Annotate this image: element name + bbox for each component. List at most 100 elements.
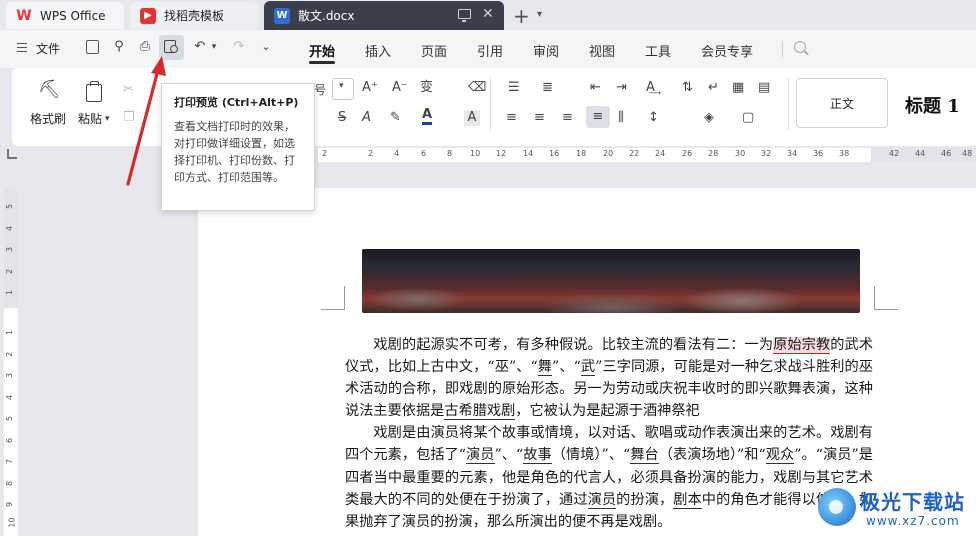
- ruler-number: 34: [787, 149, 798, 158]
- numbered-list-icon[interactable]: ≣: [542, 80, 553, 96]
- text-run: ”、“: [552, 359, 581, 376]
- menu-member[interactable]: 会员专享: [701, 41, 753, 60]
- underlined-text: 古希腊戏剧: [444, 403, 516, 421]
- paste-icon[interactable]: [86, 81, 102, 102]
- tab-template[interactable]: ▶ 找稻壳模板: [130, 2, 258, 29]
- ruler-number: 3: [5, 246, 15, 253]
- paste-label[interactable]: 粘贴: [78, 110, 102, 127]
- tooltip-title: 打印预览 (Ctrl+Alt+P): [174, 96, 299, 109]
- ruler-number: 6: [5, 437, 15, 444]
- align-left-icon[interactable]: ≡: [506, 110, 517, 126]
- print-icon[interactable]: ⎙: [137, 39, 153, 55]
- page-margin-corner: [874, 286, 898, 310]
- paragraph-1[interactable]: 戏剧的起源实不可考，有多种假说。比较主流的看法有二：一为原始宗教的武术仪式，比如…: [345, 334, 873, 422]
- ruler-number: 30: [735, 149, 746, 158]
- style-heading1[interactable]: 标题 1: [905, 92, 960, 118]
- menu-insert[interactable]: 插入: [365, 41, 391, 60]
- distributed-icon[interactable]: ⫼: [618, 110, 624, 126]
- line-spacing-icon[interactable]: ↕: [648, 110, 659, 126]
- tab-wps-office[interactable]: W WPS Office: [6, 2, 124, 29]
- wps-logo-icon: W: [16, 7, 32, 24]
- menu-home[interactable]: 开始: [309, 41, 335, 60]
- word-doc-icon: W: [274, 7, 290, 24]
- decrease-font-icon[interactable]: A⁻: [392, 80, 408, 96]
- underlined-text: 故事: [523, 447, 552, 465]
- tab-list-chevron-icon[interactable]: ▾: [537, 9, 542, 20]
- new-tab-icon[interactable]: +: [513, 4, 530, 28]
- phonetic-guide-icon[interactable]: 变: [420, 80, 433, 96]
- redo-icon[interactable]: ↷: [231, 39, 247, 55]
- document-banner-image[interactable]: [362, 249, 860, 313]
- border-icon[interactable]: ▢: [742, 110, 754, 126]
- tooltip-body: 查看文档打印时的效果，对打印做详细设置，如选择打印机、打印份数、打印方式、打印范…: [174, 120, 295, 184]
- text-run: ”、“: [494, 447, 524, 464]
- print-preview-button[interactable]: [159, 35, 184, 60]
- font-size-box[interactable]: 号: [314, 82, 326, 98]
- increase-indent-icon[interactable]: ⇥: [616, 80, 627, 96]
- paste-dropdown-icon[interactable]: ▾: [105, 111, 110, 127]
- justify-icon[interactable]: ≡: [586, 106, 610, 128]
- tab-bar: W WPS Office ▶ 找稻壳模板 W 散文.docx ✕ + ▾: [0, 0, 976, 30]
- menu-tools[interactable]: 工具: [645, 41, 671, 60]
- align-right-icon[interactable]: ≡: [562, 110, 573, 126]
- decrease-indent-icon[interactable]: ⇤: [590, 80, 601, 96]
- font-color-icon[interactable]: A: [422, 108, 433, 125]
- ruler-number: 2: [322, 149, 328, 158]
- ruler-number: 7: [5, 458, 15, 465]
- bullet-list-icon[interactable]: ☰: [508, 80, 520, 96]
- font-size-dropdown[interactable]: ▾: [332, 78, 354, 100]
- tab-stop-selector-icon[interactable]: [7, 149, 17, 159]
- ruler-number: 12: [496, 149, 507, 158]
- sort-icon[interactable]: ⇅: [682, 80, 693, 96]
- menu-icon[interactable]: [17, 43, 27, 52]
- tab-document[interactable]: W 散文.docx ✕: [264, 1, 504, 30]
- vertical-ruler[interactable]: 5 4 3 2 1 1 2 3 4 5 6 7 8 9 10: [4, 188, 18, 536]
- undo-dropdown-icon[interactable]: ▾: [206, 39, 222, 55]
- shading-icon[interactable]: ◈: [704, 110, 714, 126]
- save-icon[interactable]: [86, 40, 99, 54]
- document-body[interactable]: 戏剧的起源实不可考，有多种假说。比较主流的看法有二：一为原始宗教的武术仪式，比如…: [345, 334, 873, 536]
- spell-error-text[interactable]: 原始宗教: [773, 337, 831, 354]
- share-icon[interactable]: ⚲: [111, 39, 127, 55]
- menu-row: 文件 ⚲ ⎙ ↶ ▾ ↷ ⌄ 开始 插入 页面 引用 审阅 视图 工具 会员专享: [0, 30, 976, 68]
- more-quick-access-icon[interactable]: ⌄: [258, 39, 274, 55]
- menu-page[interactable]: 页面: [421, 41, 447, 60]
- highlight-icon[interactable]: ✎: [390, 110, 401, 126]
- format-painter-icon[interactable]: ⛏: [38, 81, 61, 99]
- clear-format-icon[interactable]: ⌫: [468, 80, 486, 96]
- file-menu[interactable]: 文件: [36, 40, 60, 57]
- copy-icon[interactable]: ❐: [123, 110, 135, 126]
- show-marks-icon[interactable]: ↵: [708, 80, 719, 96]
- ruler-number: 24: [655, 149, 666, 158]
- close-tab-icon[interactable]: ✕: [482, 6, 494, 22]
- menu-review[interactable]: 审阅: [533, 41, 559, 60]
- ruler-number: 5: [5, 415, 15, 422]
- paragraph-2[interactable]: 戏剧是由演员将某个故事或情境，以对话、歌唱或动作表演出来的艺术。戏剧有四个元素，…: [345, 422, 873, 532]
- search-icon[interactable]: [794, 41, 806, 53]
- column-icon[interactable]: ▤: [758, 80, 770, 96]
- style-normal[interactable]: 正文: [796, 78, 888, 128]
- table-borders-icon[interactable]: ▦: [732, 80, 744, 96]
- tab-document-label: 散文.docx: [298, 9, 355, 23]
- ruler-number: 1: [5, 329, 15, 336]
- cut-icon[interactable]: ✂: [123, 82, 134, 98]
- text-effect-icon[interactable]: A: [362, 110, 371, 126]
- horizontal-ruler[interactable]: 2 2 4 6 8 10 12 14 16 18 20 22 24 26 28 …: [0, 146, 976, 164]
- ruler-number: 8: [447, 149, 453, 158]
- print-preview-tooltip: 打印预览 (Ctrl+Alt+P) 查看文档打印时的效果，对打印做详细设置，如选…: [161, 83, 315, 211]
- menu-view[interactable]: 视图: [589, 41, 615, 60]
- format-painter-label[interactable]: 格式刷: [30, 110, 66, 127]
- menu-reference[interactable]: 引用: [477, 41, 503, 60]
- char-shading-icon[interactable]: A: [464, 110, 480, 126]
- page-margin-corner: [321, 286, 345, 310]
- ruler-number: 2: [5, 268, 15, 275]
- ruler-number: 14: [523, 149, 534, 158]
- watermark-logo: 极光下载站 www.xz7.com: [818, 482, 968, 536]
- increase-font-icon[interactable]: A⁺: [362, 80, 378, 96]
- window-mode-icon[interactable]: [458, 9, 471, 22]
- ruler-number: 4: [5, 394, 15, 401]
- align-center-icon[interactable]: ≡: [534, 110, 545, 126]
- text-run: 的扮演，: [616, 491, 674, 508]
- chinese-layout-icon[interactable]: A͢: [646, 80, 655, 96]
- strikethrough-icon[interactable]: S̶: [338, 110, 346, 126]
